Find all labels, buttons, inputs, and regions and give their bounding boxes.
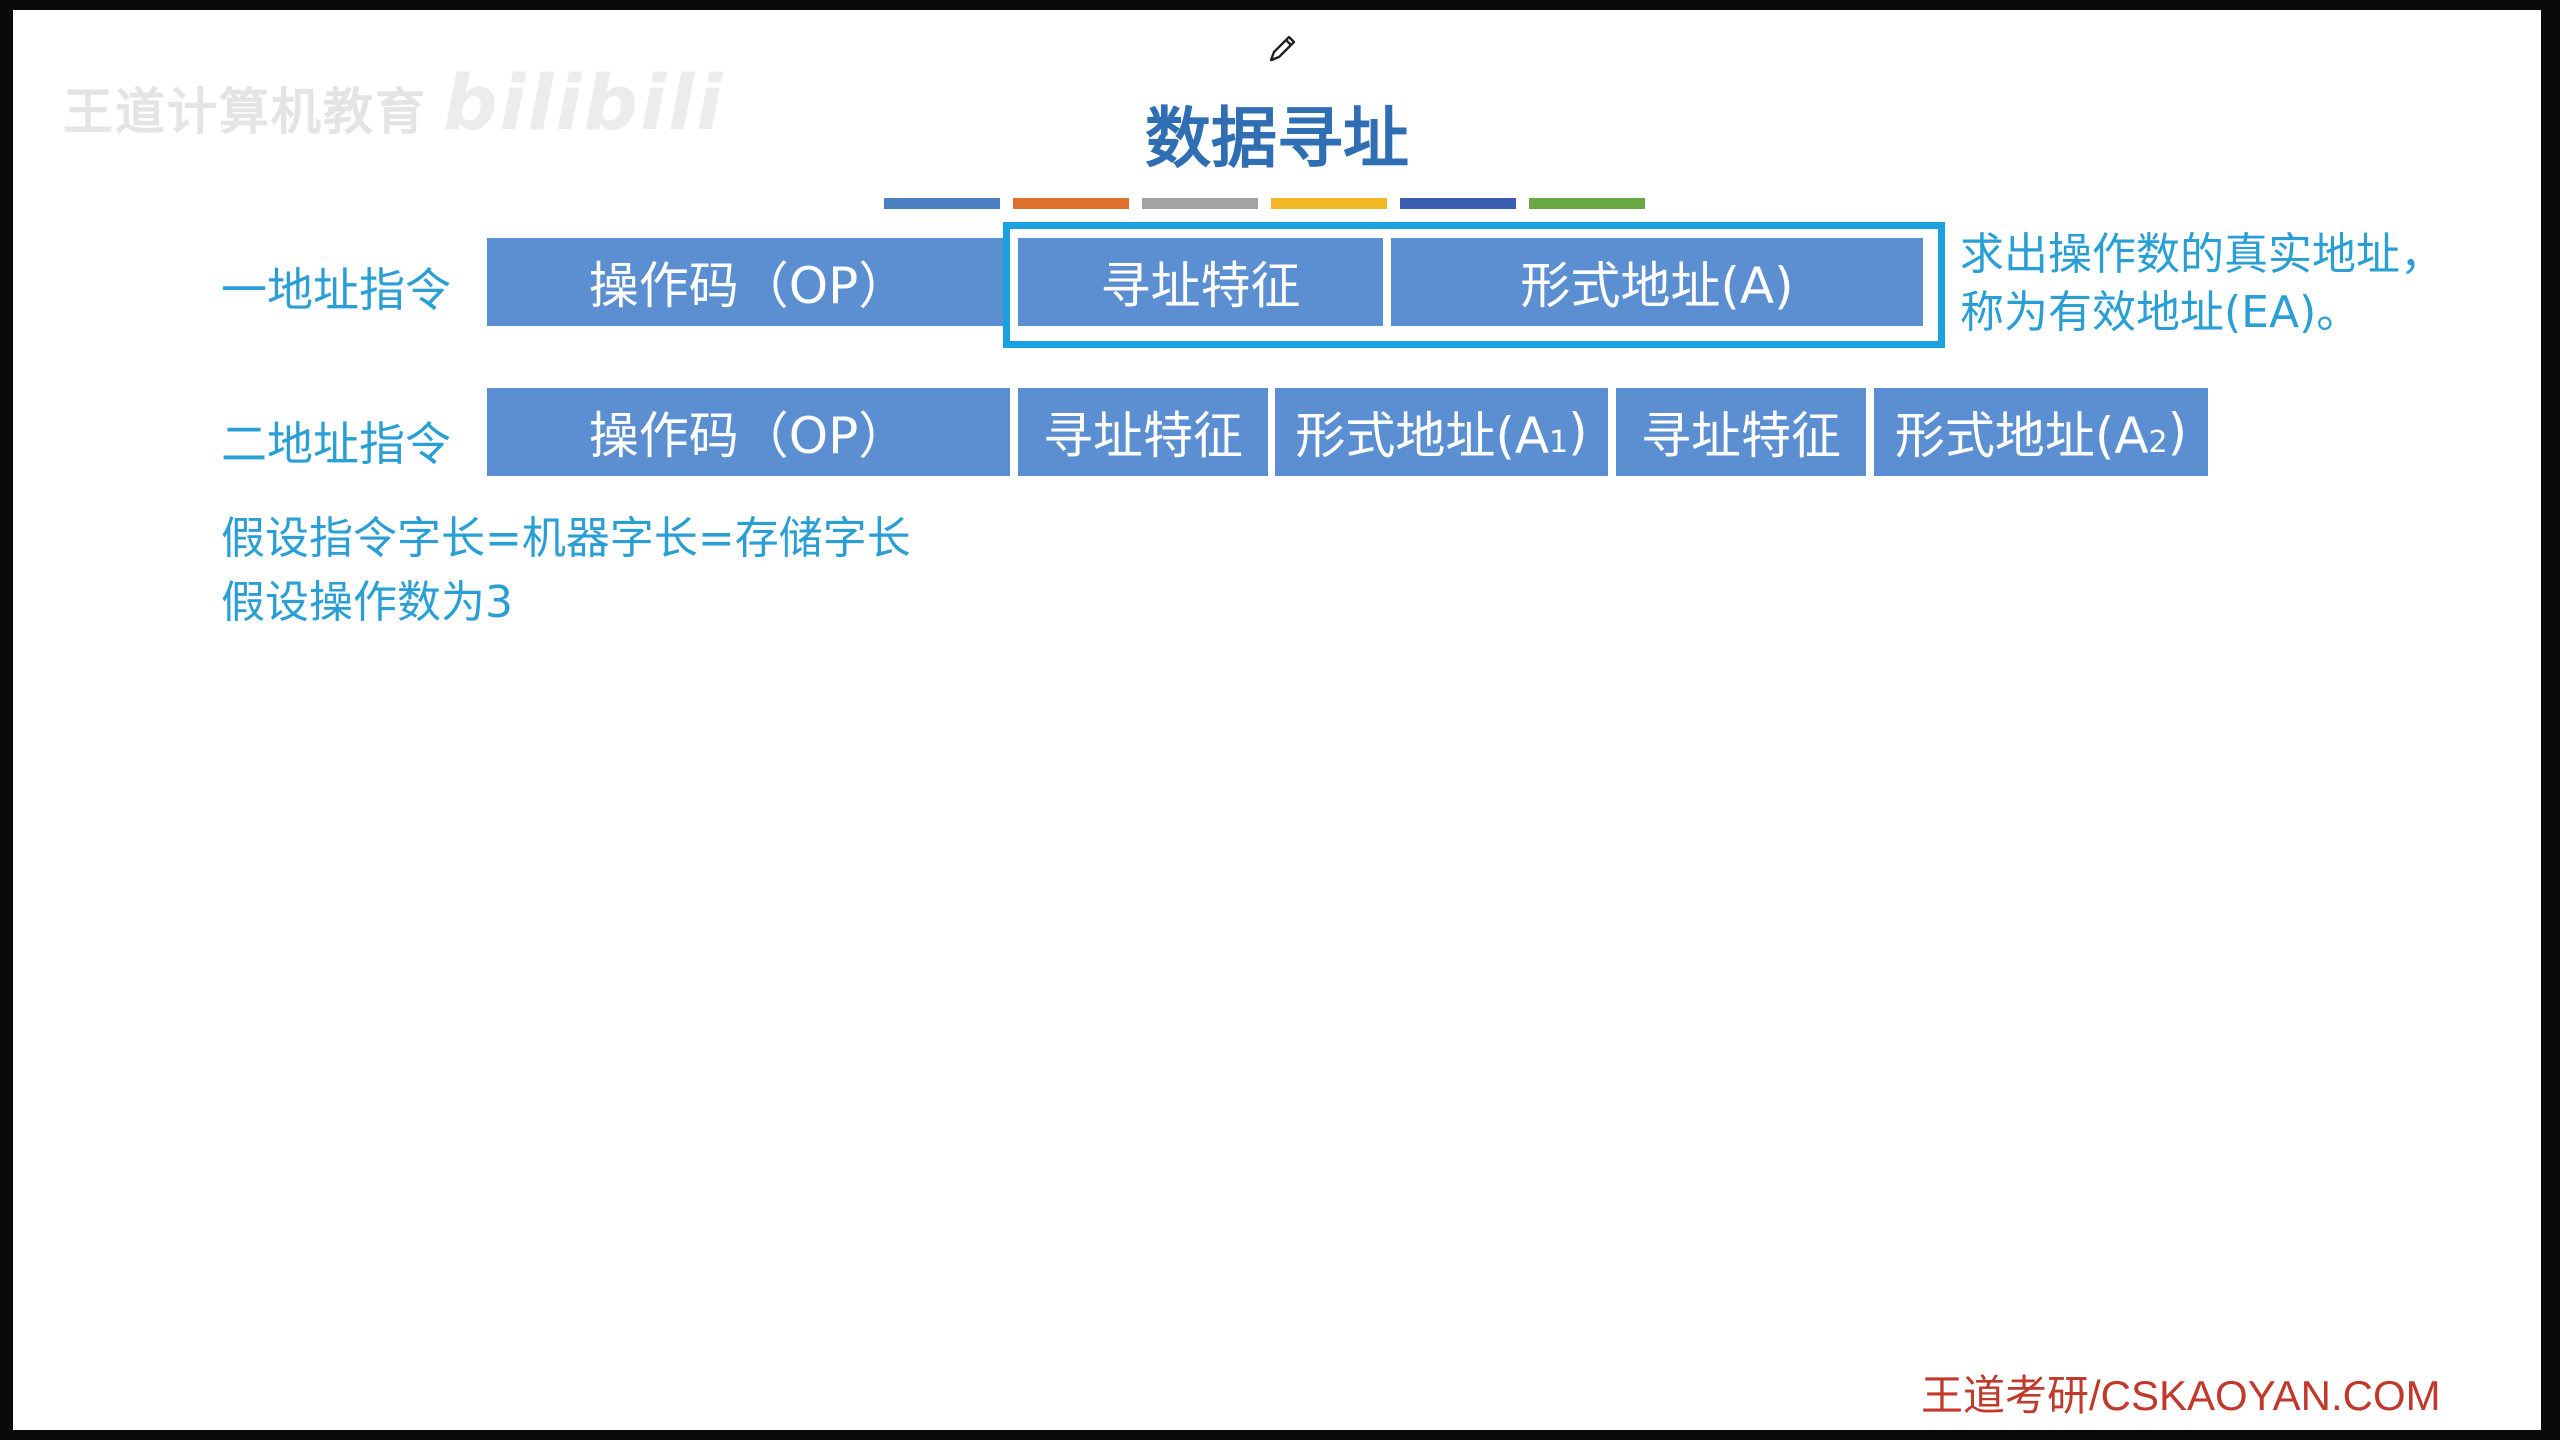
address1-subscript: 1: [1549, 424, 1569, 460]
color-bar: [1529, 198, 1645, 209]
two-address-address1-field: 形式地址(A 1): [1275, 388, 1608, 476]
two-address-opcode-field: 操作码（OP）: [487, 388, 1010, 476]
color-bar: [1271, 198, 1387, 209]
one-address-label: 一地址指令: [221, 263, 451, 317]
assumption-operand: 假设操作数为3: [221, 577, 513, 628]
address1-close-paren: ): [1568, 403, 1588, 461]
address2-close-paren: ): [2167, 403, 2188, 461]
pencil-icon[interactable]: [1265, 30, 1301, 66]
effective-address-note: 求出操作数的真实地址， 称为有效地址(EA)。: [1960, 226, 2444, 342]
two-address-mode1-field: 寻址特征: [1018, 388, 1268, 476]
two-address-label: 二地址指令: [221, 417, 451, 471]
color-bar: [1400, 198, 1516, 209]
slide-title: 数据寻址: [1145, 100, 1409, 177]
two-address-mode2-field: 寻址特征: [1616, 388, 1866, 476]
slide: 王道计算机教育 bilibili 数据寻址 一地址指令 操作码（OP） 寻址特征 …: [13, 10, 2541, 1430]
color-bar: [1013, 198, 1129, 209]
footer-brand: 王道考研/CSKAOYAN.COM: [1921, 1372, 2441, 1419]
color-bar: [1142, 198, 1258, 209]
screen-frame: 王道计算机教育 bilibili 数据寻址 一地址指令 操作码（OP） 寻址特征 …: [0, 0, 2560, 1440]
one-address-opcode-field: 操作码（OP）: [487, 238, 1010, 326]
effective-address-highlight: [1003, 222, 1945, 348]
ea-note-line2: 称为有效地址(EA)。: [1960, 287, 2361, 338]
assumption-word-length: 假设指令字长=机器字长=存储字长: [221, 513, 911, 564]
two-address-address2-field: 形式地址(A 2): [1874, 388, 2208, 476]
address1-text: 形式地址(A: [1295, 407, 1550, 465]
color-bar: [884, 198, 1000, 209]
address2-text: 形式地址(A: [1894, 407, 2149, 465]
ea-note-line1: 求出操作数的真实地址，: [1960, 229, 2444, 280]
address2-subscript: 2: [2148, 424, 2168, 460]
